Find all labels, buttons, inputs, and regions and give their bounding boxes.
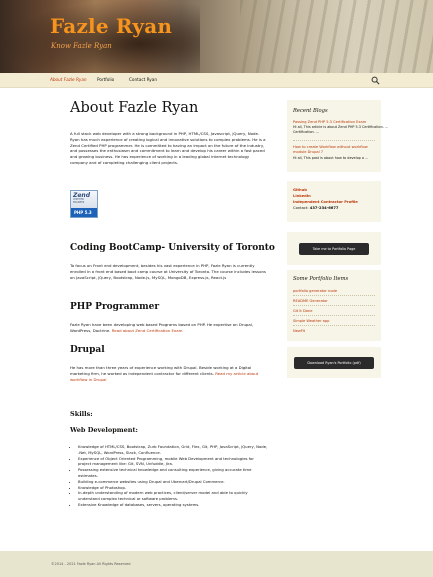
zend-php-version: PHP 5.3 xyxy=(74,210,92,215)
blog-post-link[interactable]: Passing Zend PHP 5.3 Certification Exam xyxy=(293,120,366,124)
blog-post-excerpt: Hi all, This article is about Zend PHP 5… xyxy=(293,125,389,129)
download-portfolio-button[interactable]: Download Ryan's Portfolio (pdf) xyxy=(294,357,374,369)
portfolio-items-widget: Some Portfolio Items portfolio generator… xyxy=(287,270,381,341)
divider xyxy=(293,325,375,326)
footer-copyright: ©2014 - 2021 Fazle Ryan All Rights Reser… xyxy=(51,562,131,566)
search-icon[interactable] xyxy=(371,76,380,85)
recent-blogs-widget: Recent Blogs Passing Zend PHP 5.3 Certif… xyxy=(287,100,388,172)
web-development-heading: Web Development: xyxy=(70,426,138,434)
portfolio-items-title: Some Portfolio Items xyxy=(293,276,349,282)
site-header: Fazle Ryan Know Fazle Ryan xyxy=(0,0,433,73)
site-description: Know Fazle Ryan xyxy=(51,42,112,50)
divider xyxy=(293,305,375,306)
divider xyxy=(293,295,375,296)
portfolio-item-link[interactable]: Simple Weather app xyxy=(293,319,329,323)
section-text-drupal: He has more than three years of experien… xyxy=(70,365,259,382)
portfolio-item-link[interactable]: NewFit xyxy=(293,329,305,333)
section-text-php: Fazle Ryan have been developing web base… xyxy=(70,322,254,333)
github-link[interactable]: Github xyxy=(293,188,307,192)
skills-heading: Skills: xyxy=(70,410,93,418)
main-navigation: About Fazle Ryan Portfolio Contact Ryan xyxy=(0,73,433,88)
zend-badge-subtitle: CERTIFIED ENGINEER xyxy=(73,198,85,204)
linkedin-link[interactable]: LinkedIn xyxy=(293,194,311,198)
divider xyxy=(293,315,375,316)
intro-paragraph: A full stack web developer with a strong… xyxy=(70,131,266,165)
portfolio-page-button[interactable]: Take me to Portfolio Page xyxy=(299,243,369,255)
blog-post-excerpt-cont: Certification. ... xyxy=(293,130,320,134)
site-title[interactable]: Fazle Ryan xyxy=(50,14,172,38)
section-text-bootcamp: To focus on Front end development, besid… xyxy=(70,263,266,280)
blog-post-link[interactable]: How to create Workflow without workflow … xyxy=(293,145,377,154)
list-item: Knowledge of HTML/CSS, Bootstrap, Zurb F… xyxy=(78,444,268,456)
nav-item-portfolio[interactable]: Portfolio xyxy=(97,77,114,82)
contact-widget: Github LinkedIn Independent Contractor P… xyxy=(287,181,381,222)
divider xyxy=(293,140,375,141)
list-item: Extensive Knowledge of databases, server… xyxy=(78,502,268,508)
zend-exam-link[interactable]: Read about Zend Certification Exam xyxy=(112,328,183,333)
skills-list: Knowledge of HTML/CSS, Bootstrap, Zurb F… xyxy=(78,444,268,508)
list-item: Experience of Object Oriented Programmin… xyxy=(78,456,268,468)
blog-post-excerpt: Hi all, This post is about how to develo… xyxy=(293,156,369,160)
page-title: About Fazle Ryan xyxy=(70,100,199,116)
zend-certification-badge[interactable]: Zend CERTIFIED ENGINEER PHP 5.3 xyxy=(70,190,98,218)
portfolio-item-link[interactable]: portfolio generator node xyxy=(293,289,337,293)
recent-blogs-title: Recent Blogs xyxy=(293,108,328,114)
header-photo-texture xyxy=(240,0,433,73)
nav-item-about[interactable]: About Fazle Ryan xyxy=(50,77,87,82)
list-item: Possessing extensive technical knowledge… xyxy=(78,467,268,479)
portfolio-item-link[interactable]: README Generator xyxy=(293,299,328,303)
contact-phone: Contact: 437-234-6677 xyxy=(293,206,339,210)
site-footer: ©2014 - 2021 Fazle Ryan All Rights Reser… xyxy=(0,551,433,577)
contractor-profile-link[interactable]: Independent Contractor Profile xyxy=(293,200,358,204)
section-heading-bootcamp: Coding BootCamp- University of Toronto xyxy=(70,243,275,253)
portfolio-button-widget: Take me to Portfolio Page xyxy=(287,232,381,265)
download-widget: Download Ryan's Portfolio (pdf) xyxy=(287,347,381,378)
nav-item-contact[interactable]: Contact Ryan xyxy=(129,77,157,82)
section-heading-drupal: Drupal xyxy=(70,345,105,355)
portfolio-item-link[interactable]: Git It Done xyxy=(293,309,312,313)
section-heading-php: PHP Programmer xyxy=(70,302,160,312)
list-item: In-depth understanding of modern web pra… xyxy=(78,490,268,502)
